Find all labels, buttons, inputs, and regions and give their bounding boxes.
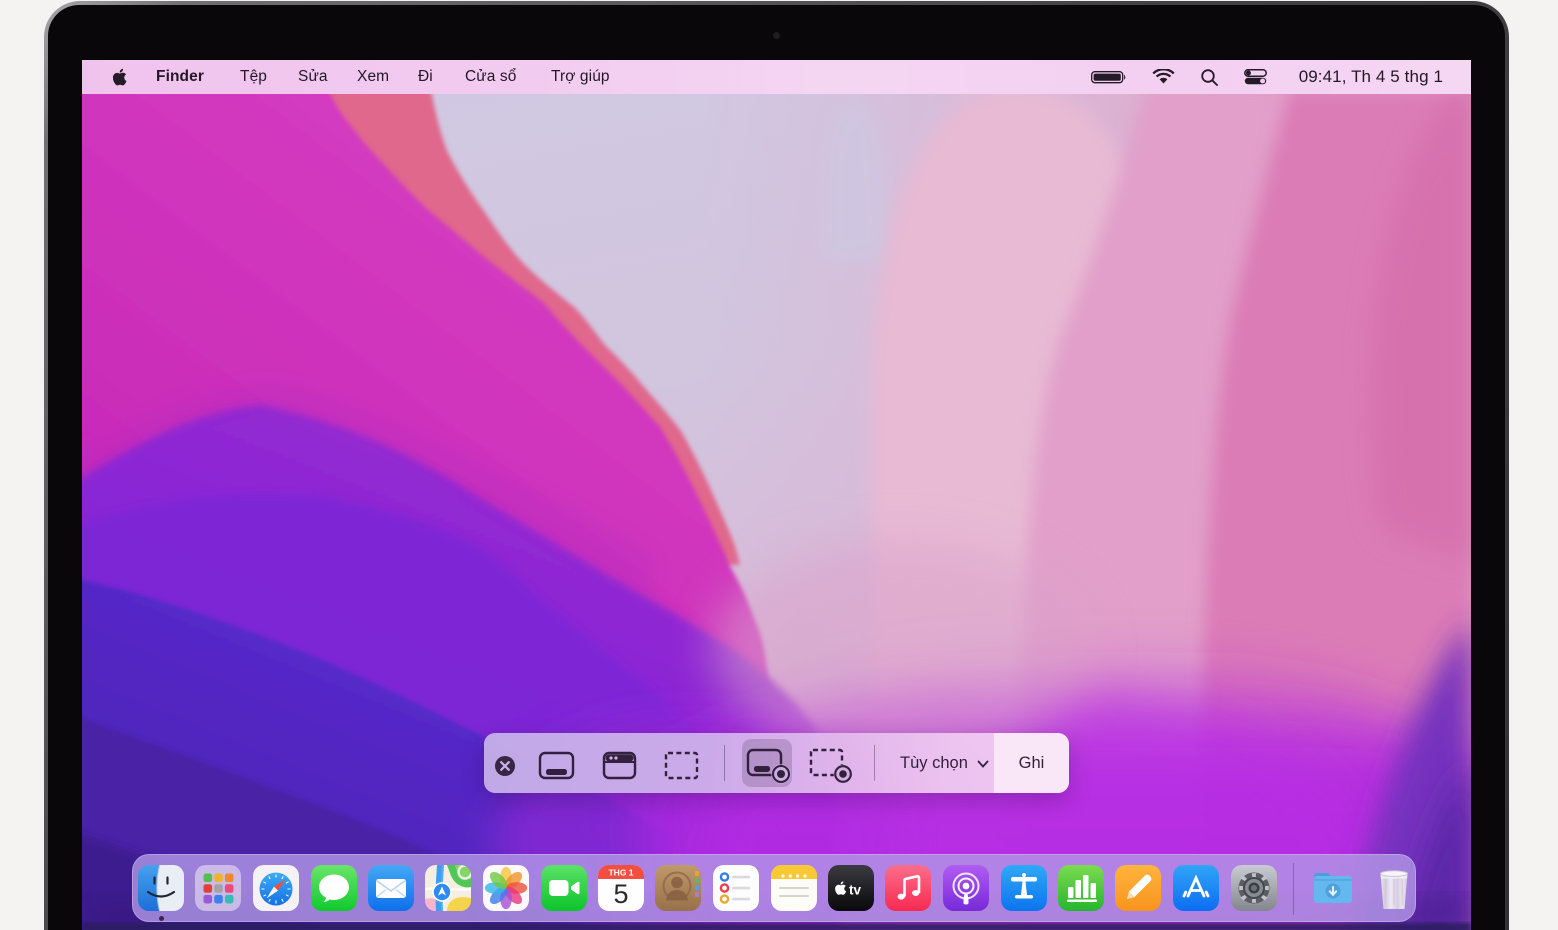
svg-text:5: 5	[613, 879, 628, 909]
svg-text:tv: tv	[849, 883, 861, 898]
svg-text:THG 1: THG 1	[608, 868, 633, 878]
